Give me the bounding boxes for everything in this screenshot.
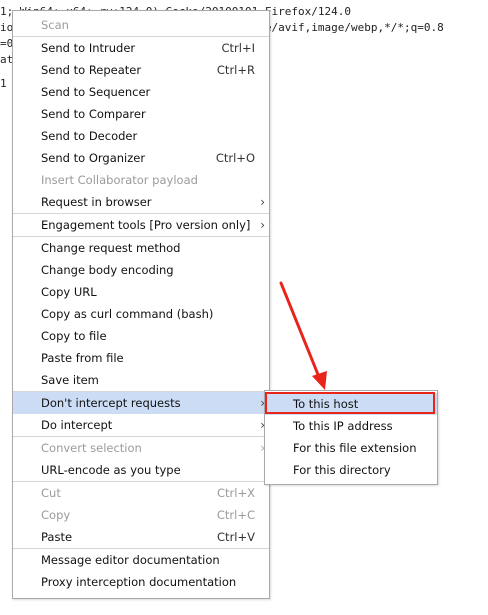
menu-item-send-to-intruder[interactable]: Send to Intruder Ctrl+I	[13, 37, 269, 59]
submenu-item-for-this-directory[interactable]: For this directory	[265, 459, 437, 481]
editor-line: 1	[0, 77, 7, 90]
submenu-item-label: For this file extension	[293, 441, 417, 455]
submenu-item-to-this-ip-address[interactable]: To this IP address	[265, 415, 437, 437]
menu-item-label: Change request method	[41, 241, 181, 255]
menu-item-label: Cut	[41, 486, 61, 500]
menu-item-send-to-comparer[interactable]: Send to Comparer	[13, 103, 269, 125]
menu-item-label: Send to Organizer	[41, 151, 146, 165]
menu-item-label: Paste	[41, 530, 73, 544]
menu-item-request-in-browser[interactable]: Request in browser ›	[13, 191, 269, 213]
menu-item-label: Send to Sequencer	[41, 85, 151, 99]
submenu-item-to-this-host[interactable]: To this host	[265, 393, 437, 415]
menu-item-label: Copy URL	[41, 285, 97, 299]
menu-item-send-to-sequencer[interactable]: Send to Sequencer	[13, 81, 269, 103]
menu-item-url-encode-as-you-type[interactable]: URL-encode as you type	[13, 459, 269, 481]
menu-item-label: Send to Decoder	[41, 129, 138, 143]
shortcut-label: Ctrl+X	[217, 486, 255, 500]
submenu-item-label: For this directory	[293, 463, 391, 477]
menu-item-convert-selection: Convert selection ›	[13, 437, 269, 459]
menu-item-label: Copy	[41, 508, 71, 522]
menu-item-copy-url[interactable]: Copy URL	[13, 281, 269, 303]
menu-item-message-editor-documentation[interactable]: Message editor documentation	[13, 549, 269, 571]
dont-intercept-submenu: To this host To this IP address For this…	[264, 390, 438, 485]
menu-item-label: Convert selection	[41, 441, 142, 455]
chevron-right-icon: ›	[260, 218, 265, 232]
submenu-item-for-this-file-extension[interactable]: For this file extension	[265, 437, 437, 459]
menu-item-change-request-method[interactable]: Change request method	[13, 237, 269, 259]
menu-item-label: Send to Comparer	[41, 107, 146, 121]
menu-item-label: Change body encoding	[41, 263, 174, 277]
shortcut-label: Ctrl+V	[217, 530, 255, 544]
shortcut-label: Ctrl+C	[216, 508, 255, 522]
menu-item-label: Proxy interception documentation	[41, 575, 237, 589]
menu-item-do-intercept[interactable]: Do intercept ›	[13, 414, 269, 436]
menu-item-paste-from-file[interactable]: Paste from file	[13, 347, 269, 369]
menu-item-label: Do intercept	[41, 418, 113, 432]
menu-item-label: Save item	[41, 373, 99, 387]
menu-item-label: Copy as curl command (bash)	[41, 307, 214, 321]
menu-item-label: Send to Intruder	[41, 41, 136, 55]
menu-item-label: Scan	[41, 18, 69, 32]
menu-item-copy: Copy Ctrl+C	[13, 504, 269, 526]
menu-item-paste[interactable]: Paste Ctrl+V	[13, 526, 269, 548]
menu-item-insert-collaborator-payload: Insert Collaborator payload	[13, 169, 269, 191]
menu-item-label: Copy to file	[41, 329, 107, 343]
menu-item-send-to-repeater[interactable]: Send to Repeater Ctrl+R	[13, 59, 269, 81]
menu-item-label: URL-encode as you type	[41, 463, 181, 477]
shortcut-label: Ctrl+I	[221, 41, 256, 55]
menu-item-copy-to-file[interactable]: Copy to file	[13, 325, 269, 347]
shortcut-label: Ctrl+R	[216, 63, 255, 77]
menu-item-change-body-encoding[interactable]: Change body encoding	[13, 259, 269, 281]
menu-item-save-item[interactable]: Save item	[13, 369, 269, 391]
menu-item-dont-intercept-requests[interactable]: Don't intercept requests ›	[13, 392, 269, 414]
menu-item-label: Message editor documentation	[41, 553, 220, 567]
submenu-item-label: To this host	[293, 397, 359, 411]
menu-item-cut: Cut Ctrl+X	[13, 482, 269, 504]
menu-item-send-to-organizer[interactable]: Send to Organizer Ctrl+O	[13, 147, 269, 169]
menu-item-label: Paste from file	[41, 351, 124, 365]
menu-item-label: Insert Collaborator payload	[41, 173, 198, 187]
menu-item-proxy-interception-documentation[interactable]: Proxy interception documentation	[13, 571, 269, 593]
menu-item-scan: Scan	[13, 14, 269, 36]
menu-item-label: Engagement tools [Pro version only]	[41, 218, 251, 232]
submenu-item-label: To this IP address	[293, 419, 393, 433]
menu-item-label: Send to Repeater	[41, 63, 142, 77]
chevron-right-icon: ›	[260, 195, 265, 209]
menu-item-label: Request in browser	[41, 195, 152, 209]
menu-item-send-to-decoder[interactable]: Send to Decoder	[13, 125, 269, 147]
menu-item-label: Don't intercept requests	[41, 396, 181, 410]
context-menu: Scan Send to Intruder Ctrl+I Send to Rep…	[12, 10, 270, 599]
menu-item-copy-as-curl[interactable]: Copy as curl command (bash)	[13, 303, 269, 325]
shortcut-label: Ctrl+O	[215, 151, 255, 165]
menu-item-engagement-tools[interactable]: Engagement tools [Pro version only] ›	[13, 214, 269, 236]
